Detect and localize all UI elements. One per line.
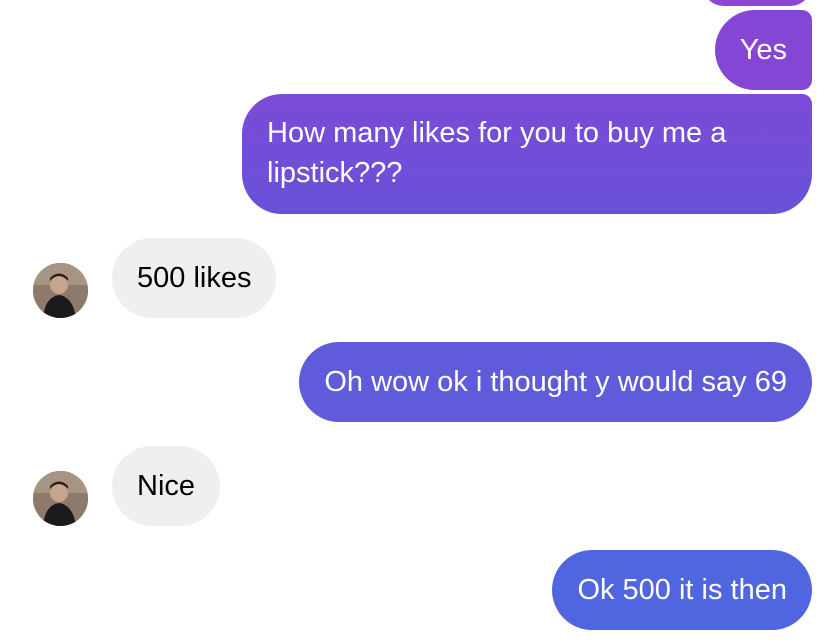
message-bubble-incoming[interactable]: 500 likes <box>112 238 277 318</box>
message-bubble-incoming[interactable]: Nice <box>112 446 221 526</box>
contact-avatar-icon <box>33 263 88 318</box>
contact-avatar-icon <box>33 471 88 526</box>
message-bubble-outgoing[interactable]: Ok 500 it is then <box>552 550 812 630</box>
message-thread: Yes How many likes for you to buy me a l… <box>0 0 828 643</box>
message-bubble-outgoing-partial[interactable] <box>702 0 812 6</box>
message-text: Oh wow ok i thought y would say 69 <box>324 366 787 398</box>
contact-avatar[interactable] <box>33 471 88 526</box>
message-text: Nice <box>137 470 196 502</box>
message-text: 500 likes <box>137 262 252 294</box>
message-text-line: How many likes for you to buy me a <box>267 117 727 149</box>
message-bubble-outgoing[interactable]: How many likes for you to buy me a lipst… <box>242 94 812 214</box>
message-text: Yes <box>739 34 787 66</box>
message-text: Ok 500 it is then <box>577 574 787 606</box>
contact-avatar[interactable] <box>33 263 88 318</box>
message-text-line: lipstick??? <box>267 157 403 189</box>
message-bubble-outgoing[interactable]: Oh wow ok i thought y would say 69 <box>299 342 812 422</box>
message-bubble-outgoing[interactable]: Yes <box>714 10 812 90</box>
